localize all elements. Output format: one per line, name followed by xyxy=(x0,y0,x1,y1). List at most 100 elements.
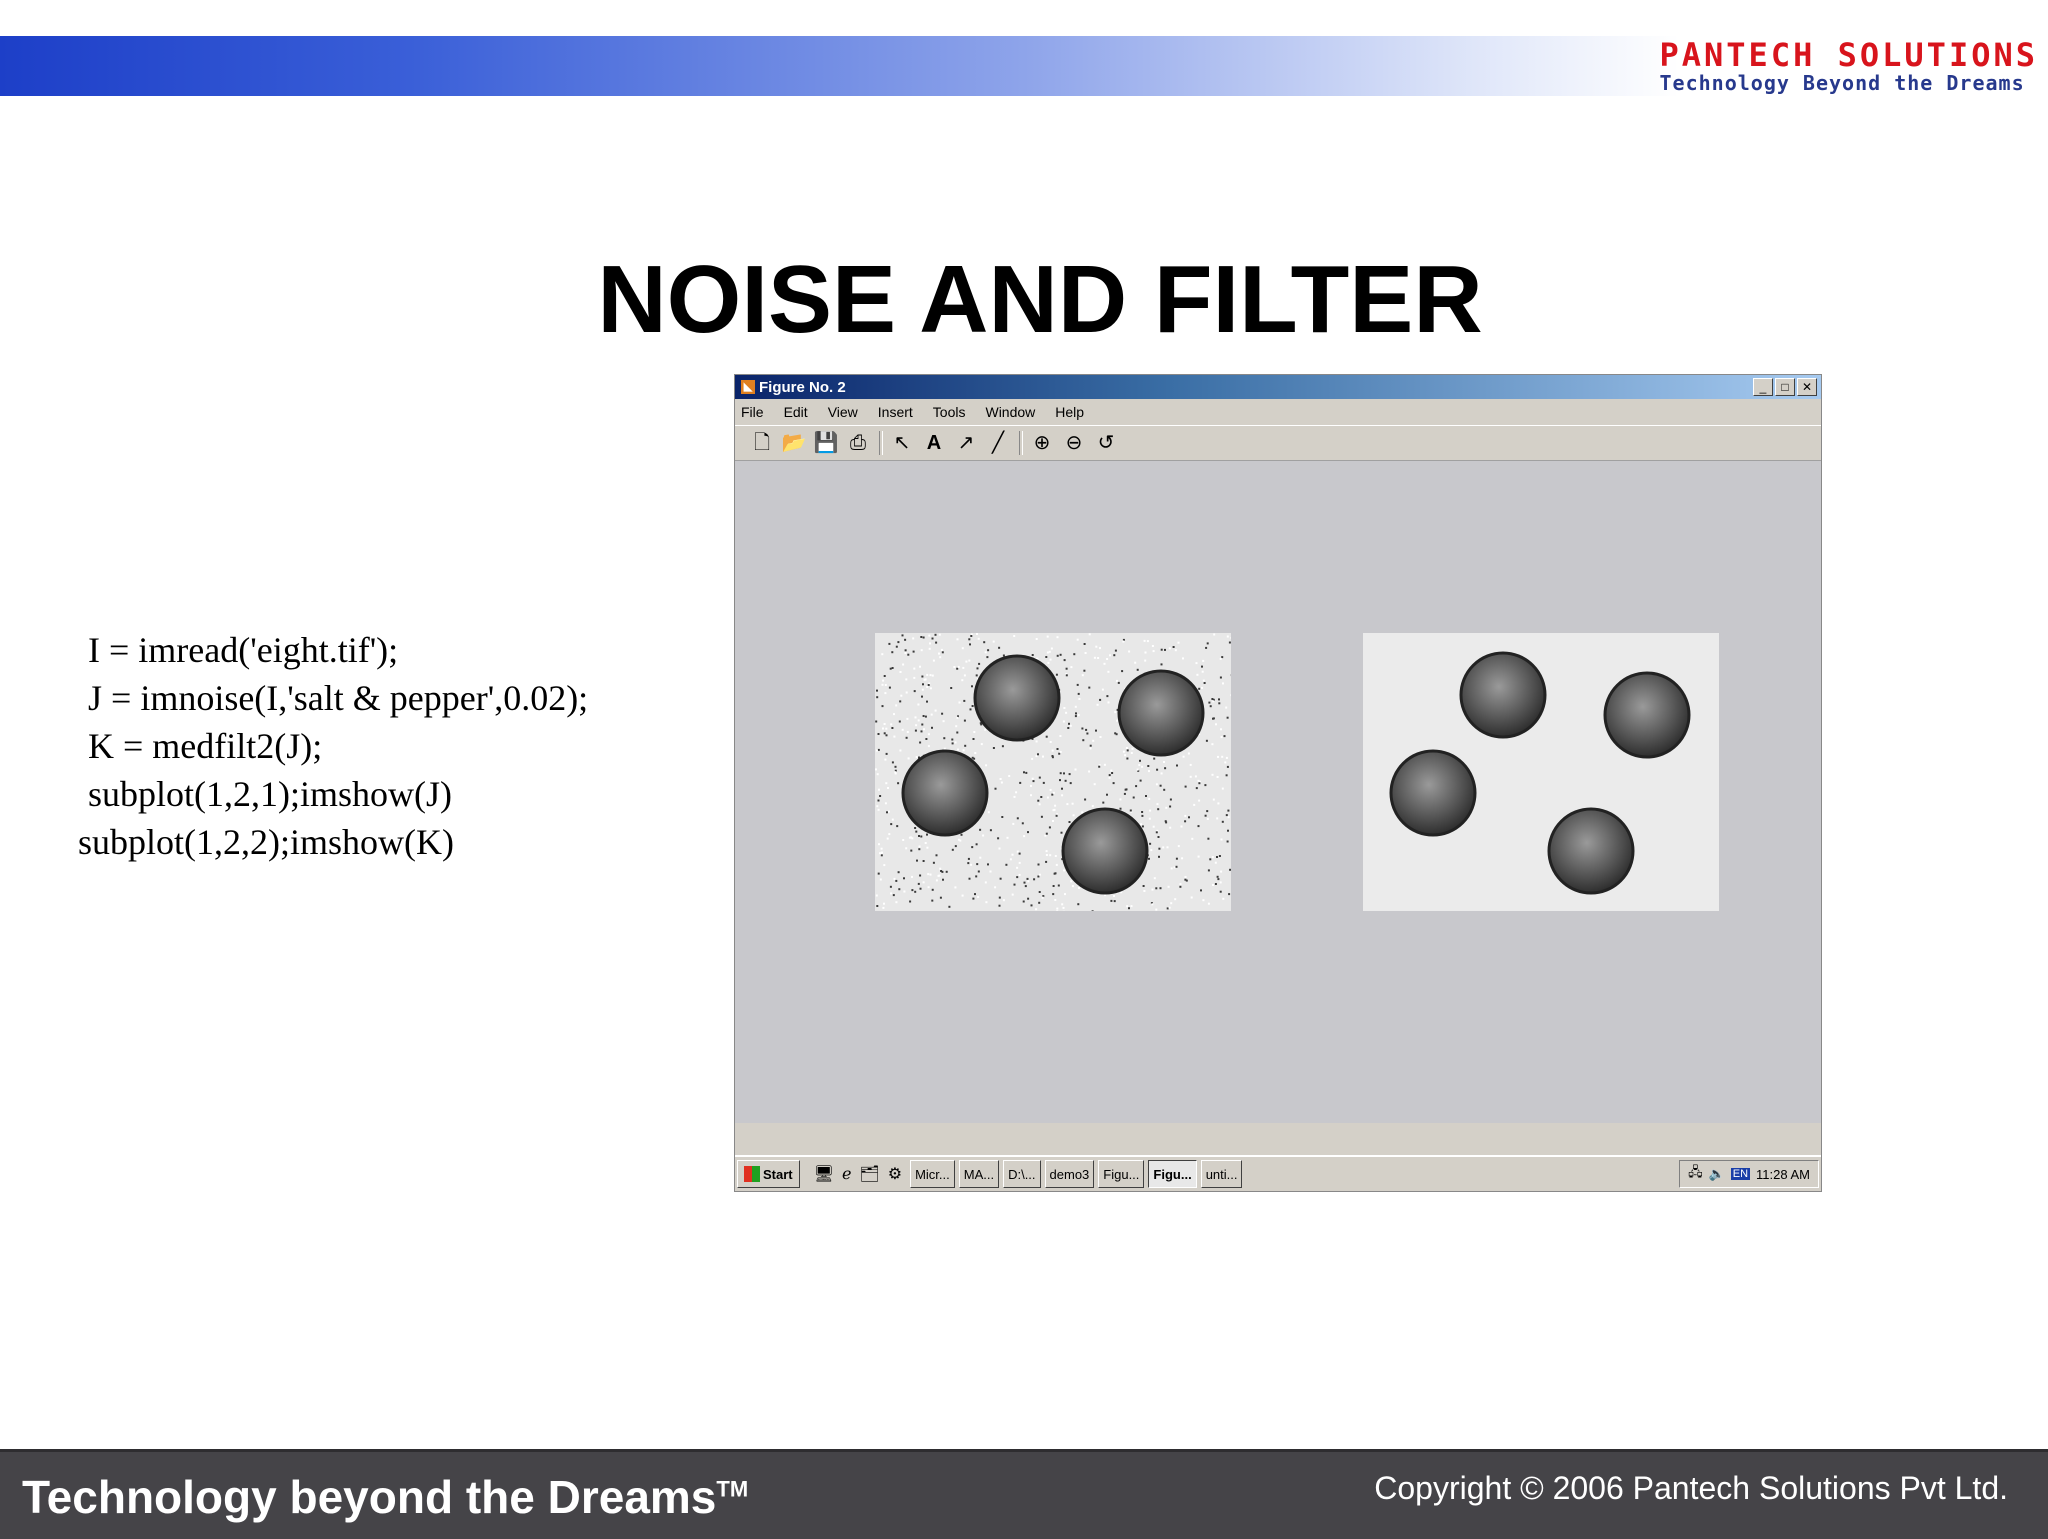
noise-pixel xyxy=(1190,764,1192,766)
noise-pixel xyxy=(1050,741,1052,743)
noise-pixel xyxy=(1140,780,1142,782)
noise-pixel xyxy=(1053,809,1055,811)
noise-pixel xyxy=(1227,717,1229,719)
noise-pixel xyxy=(890,668,892,670)
arrow-tool-icon[interactable]: ↗ xyxy=(953,430,979,456)
windows-taskbar: Start 🖥 ℯ 🗂 ⚙ Micr... MA... D:\... demo3… xyxy=(735,1155,1821,1191)
noise-pixel xyxy=(1229,642,1231,644)
noise-pixel xyxy=(925,842,927,844)
taskbar-item[interactable]: demo3 xyxy=(1045,1160,1095,1188)
footer-tagline: Technology beyond the DreamsTM xyxy=(22,1470,748,1524)
noise-pixel xyxy=(902,634,904,636)
print-icon[interactable]: ⎙ xyxy=(845,430,871,456)
noise-pixel xyxy=(913,677,915,679)
noise-pixel xyxy=(1231,637,1232,639)
system-tray: 🖧 🔈 EN 11:28 AM xyxy=(1679,1160,1819,1188)
noise-pixel xyxy=(957,638,959,640)
menu-view[interactable]: View xyxy=(828,404,858,420)
open-folder-icon[interactable]: 📂 xyxy=(781,430,807,456)
menu-window[interactable]: Window xyxy=(985,404,1035,420)
noise-pixel xyxy=(895,880,897,882)
menu-file[interactable]: File xyxy=(741,404,764,420)
filtered-image-axes[interactable] xyxy=(1363,633,1719,911)
noise-pixel xyxy=(1012,823,1014,825)
noise-pixel xyxy=(1099,647,1101,649)
media-icon[interactable]: ⚙ xyxy=(888,1164,902,1184)
noise-pixel xyxy=(914,690,916,692)
noise-pixel xyxy=(892,819,894,821)
menu-help[interactable]: Help xyxy=(1055,404,1084,420)
new-file-icon[interactable]: 🗋 xyxy=(749,430,775,456)
noise-pixel xyxy=(982,835,984,837)
code-block: I = imread('eight.tif'); J = imnoise(I,'… xyxy=(88,626,588,866)
noise-pixel xyxy=(1198,800,1200,802)
noise-pixel xyxy=(876,805,878,807)
noise-pixel xyxy=(1032,654,1034,656)
noise-pixel xyxy=(926,674,928,676)
menu-insert[interactable]: Insert xyxy=(878,404,913,420)
taskbar-item[interactable]: MA... xyxy=(959,1160,999,1188)
noise-pixel xyxy=(922,683,924,685)
matlab-icon: ◣ xyxy=(741,380,755,394)
line-tool-icon[interactable]: ╱ xyxy=(985,430,1011,456)
noise-pixel xyxy=(1019,853,1021,855)
noise-pixel xyxy=(1056,815,1058,817)
maximize-button[interactable]: □ xyxy=(1775,378,1795,396)
noise-pixel xyxy=(1047,662,1049,664)
close-button[interactable]: ✕ xyxy=(1797,378,1817,396)
noise-pixel xyxy=(1217,756,1219,758)
noise-pixel xyxy=(891,727,893,729)
network-icon[interactable]: 🖧 xyxy=(1688,1163,1703,1185)
noise-pixel xyxy=(1142,825,1144,827)
language-indicator[interactable]: EN xyxy=(1731,1168,1750,1180)
taskbar-item[interactable]: Figu... xyxy=(1098,1160,1144,1188)
noise-pixel xyxy=(972,898,974,900)
noise-pixel xyxy=(1023,771,1025,773)
noise-pixel xyxy=(893,713,895,715)
noise-pixel xyxy=(1158,848,1160,850)
noise-pixel xyxy=(1204,784,1206,786)
noise-pixel xyxy=(935,642,937,644)
browser-icon[interactable]: ℯ xyxy=(842,1164,851,1184)
taskbar-item-active[interactable]: Figu... xyxy=(1148,1160,1196,1188)
noise-pixel xyxy=(886,753,888,755)
noise-pixel xyxy=(1153,826,1155,828)
noise-pixel xyxy=(1003,655,1005,657)
noise-pixel xyxy=(905,649,907,651)
noise-pixel xyxy=(1120,808,1122,810)
menu-edit[interactable]: Edit xyxy=(784,404,808,420)
clock[interactable]: 11:28 AM xyxy=(1756,1167,1810,1182)
save-icon[interactable]: 💾 xyxy=(813,430,839,456)
noise-pixel xyxy=(925,738,927,740)
coin xyxy=(1119,671,1203,755)
noise-pixel xyxy=(876,750,878,752)
noise-pixel xyxy=(1102,689,1104,691)
noise-pixel xyxy=(1036,740,1038,742)
zoom-out-icon[interactable]: ⊖ xyxy=(1061,430,1087,456)
noise-pixel xyxy=(1003,899,1005,901)
taskbar-item[interactable]: Micr... xyxy=(910,1160,955,1188)
taskbar-item[interactable]: unti... xyxy=(1201,1160,1243,1188)
pointer-icon[interactable]: ↖ xyxy=(889,430,915,456)
noise-pixel xyxy=(1027,898,1029,900)
zoom-in-icon[interactable]: ⊕ xyxy=(1029,430,1055,456)
noise-pixel xyxy=(911,889,913,891)
noise-pixel xyxy=(1200,889,1202,891)
noise-pixel xyxy=(973,738,975,740)
noise-pixel xyxy=(1227,766,1229,768)
noise-pixel xyxy=(1152,889,1154,891)
menu-tools[interactable]: Tools xyxy=(933,404,966,420)
taskbar-item[interactable]: D:\... xyxy=(1003,1160,1040,1188)
noise-pixel xyxy=(1143,885,1145,887)
text-tool-icon[interactable]: A xyxy=(921,430,947,456)
noise-pixel xyxy=(1155,909,1157,911)
rotate-icon[interactable]: ↺ xyxy=(1093,430,1119,456)
volume-icon[interactable]: 🔈 xyxy=(1709,1166,1725,1182)
start-button[interactable]: Start xyxy=(737,1160,800,1188)
minimize-button[interactable]: _ xyxy=(1753,378,1773,396)
desktop-icon[interactable]: 🖥 xyxy=(814,1164,834,1184)
explorer-icon[interactable]: 🗂 xyxy=(859,1164,879,1184)
window-titlebar[interactable]: ◣ Figure No. 2 _ □ ✕ xyxy=(735,375,1821,399)
noise-pixel xyxy=(915,730,917,732)
noisy-image-axes[interactable] xyxy=(875,633,1231,911)
